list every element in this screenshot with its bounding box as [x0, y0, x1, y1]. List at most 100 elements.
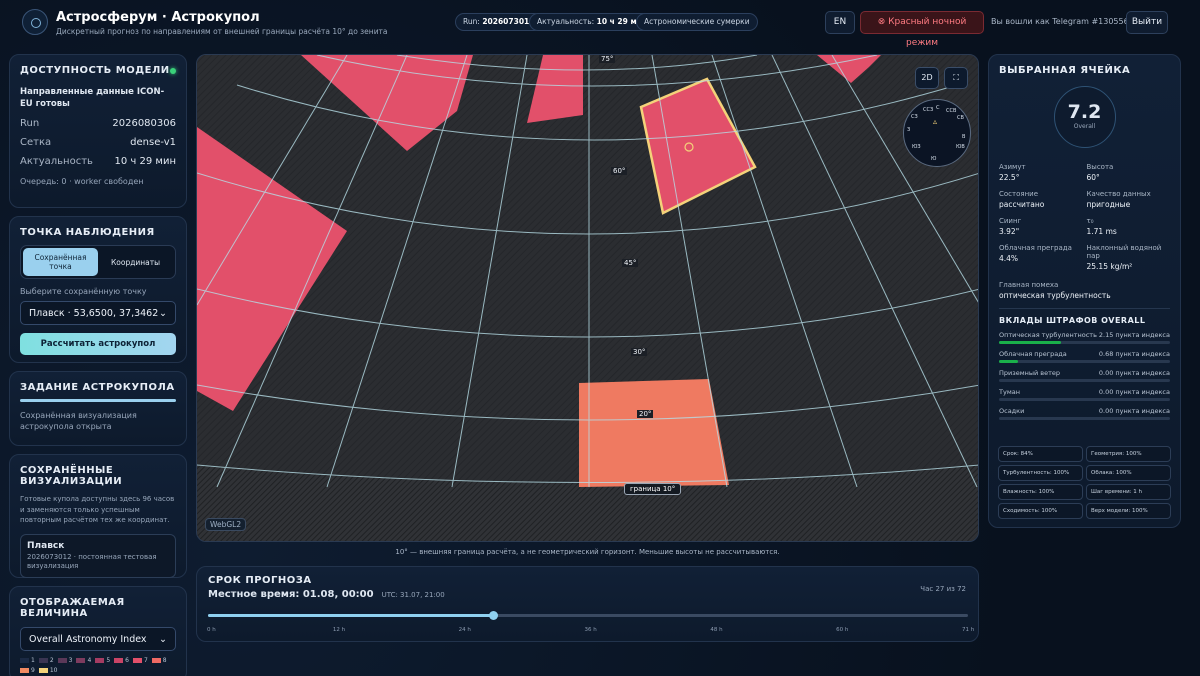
renderer-badge: WebGL2	[205, 518, 247, 531]
night-mode-icon: ⊗	[877, 17, 889, 27]
penalty-name: Осадки	[999, 407, 1025, 415]
penalty-bar	[999, 360, 1170, 363]
quality-badge: Влажность: 100%	[998, 484, 1083, 500]
penalties-title: ВКЛАДЫ ШТРАФОВ OVERALL	[999, 316, 1146, 325]
quality-badge: Геометрия: 100%	[1086, 446, 1171, 462]
night-mode-button[interactable]: ⊗ Красный ночной режим	[860, 11, 984, 48]
tab-saved-point[interactable]: Сохранённая точка	[23, 248, 98, 276]
legend-swatch	[76, 658, 86, 663]
app-title: Астросферум · Астрокупол	[56, 10, 260, 25]
utc-time: UTC: 31.07, 21:00	[381, 591, 445, 599]
status-dot-icon	[170, 67, 176, 74]
value-select[interactable]: Overall Astronomy Index ⌄	[20, 627, 176, 651]
model-row: Актуальность 10 ч 29 мин	[20, 156, 176, 167]
penalty-bar	[999, 379, 1170, 382]
timeline-tick-label: 36 h	[584, 627, 597, 633]
legend-item: 8	[151, 657, 167, 664]
penalty-value: 0.68 пункта индекса	[1098, 350, 1170, 358]
timeline-tick-label: 60 h	[836, 627, 849, 633]
saved-point-select[interactable]: Плавск · 53,6500, 37,3462 ⌄	[20, 301, 176, 325]
fullscreen-icon[interactable]: ⛶	[944, 67, 968, 89]
saved-item[interactable]: Плавск 2026073012 · постоянная тестовая …	[20, 533, 176, 578]
legend-swatch	[95, 658, 105, 663]
legend-label: 8	[162, 657, 167, 664]
score-label: Overall	[1073, 123, 1096, 130]
legend-label: 3	[68, 657, 73, 664]
map-note: 10° — внешняя граница расчёта, а не геом…	[395, 548, 780, 556]
legend-label: 4	[87, 657, 92, 664]
quality-badge: Турбулентность: 100%	[998, 465, 1083, 481]
displayed-value-panel: ОТОБРАЖАЕМАЯ ВЕЛИЧИНА Overall Astronomy …	[9, 586, 187, 676]
legend-swatch	[20, 668, 29, 673]
logout-button[interactable]: Выйти	[1126, 11, 1168, 34]
cell-score: 7.2	[1067, 101, 1102, 123]
cell-field: Наклонный водяной пар 25.15 kg/m²	[1087, 244, 1171, 271]
saved-text: Готовые купола доступны здесь 96 часов и…	[20, 495, 175, 524]
time-slider-handle[interactable]	[489, 611, 498, 620]
penalty-bar	[999, 417, 1170, 420]
saved-visualizations-panel: СОХРАНЁННЫЕ ВИЗУАЛИЗАЦИИ Готовые купола …	[9, 454, 187, 578]
legend-label: 6	[125, 657, 129, 664]
penalty-value: 0.00 пункта индекса	[1098, 369, 1170, 377]
model-row-key: Сетка	[20, 137, 52, 148]
timeline-tick-label: 24 h	[458, 627, 471, 633]
hour-counter: Час 27 из 72	[920, 585, 966, 593]
timeline-tick-label: 0 h	[207, 627, 216, 633]
quality-badge: Шаг времени: 1 h	[1086, 484, 1171, 500]
legend-swatch	[114, 658, 124, 663]
penalty-bar-fill	[999, 341, 1061, 344]
legend-swatch	[151, 658, 161, 663]
cell-field-key: Сиинг	[999, 217, 1022, 225]
penalty-value: 0.00 пункта индекса	[1098, 407, 1170, 415]
model-row-key: Актуальность	[20, 156, 93, 167]
cell-field-value: пригодные	[1086, 200, 1131, 209]
view-2d-button[interactable]: 2D	[915, 67, 939, 89]
tab-coordinates[interactable]: Координаты	[98, 248, 173, 276]
legend-item: 7	[132, 657, 148, 664]
cell-field-value: 25.15 kg/m²	[1086, 262, 1133, 271]
astrodome-map[interactable]: 75° 60° 45° 30° 20° граница 10° 2D ⛶ ССЗ…	[196, 54, 979, 542]
model-row-key: Run	[20, 118, 40, 129]
local-time: Местное время: 01.08, 00:00	[208, 589, 374, 600]
panel-title: ЗАДАНИЕ АСТРОКУПОЛА	[20, 382, 175, 393]
cell-field-key: Облачная преграда	[999, 244, 1072, 252]
saved-item-title: Плавск	[27, 540, 65, 551]
calculate-dome-button[interactable]: Рассчитать астрокупол	[20, 333, 176, 355]
penalty-name: Облачная преграда	[999, 350, 1067, 358]
task-text: Сохранённая визуализация астрокупола отк…	[20, 411, 137, 431]
legend-label: 9	[31, 667, 35, 674]
penalty-value: 2.15 пункта индекса	[1098, 331, 1170, 339]
legend-label: 2	[49, 657, 54, 664]
model-availability-panel: ДОСТУПНОСТЬ МОДЕЛИ Направленные данные I…	[9, 54, 187, 208]
task-progress-bar	[20, 399, 176, 402]
cell-field-key: Состояние	[999, 190, 1039, 198]
cell-field: Состояние рассчитано	[999, 190, 1083, 209]
dome-cell[interactable]	[579, 379, 729, 487]
penalty-value: 0.00 пункта индекса	[1098, 388, 1170, 396]
model-row: Run 2026080306	[20, 118, 176, 129]
time-slider[interactable]	[208, 611, 968, 620]
language-button[interactable]: EN	[825, 11, 855, 34]
boundary-label: граница 10°	[624, 483, 682, 495]
legend-item: 10	[38, 667, 57, 674]
dome-task-panel: ЗАДАНИЕ АСТРОКУПОЛА Сохранённая визуализ…	[9, 371, 187, 446]
twilight-chip: Астрономические сумерки	[636, 13, 758, 31]
legend-label: 5	[106, 657, 111, 664]
observation-point-panel: ТОЧКА НАБЛЮДЕНИЯ Сохранённая точка Коорд…	[9, 216, 187, 363]
penalty-name: Приземный ветер	[999, 369, 1061, 377]
legend-swatch	[38, 658, 48, 663]
legend-swatch	[20, 658, 29, 663]
quality-badge: Сходимость: 100%	[998, 503, 1083, 519]
penalty-name: Туман	[999, 388, 1020, 396]
compass-widget[interactable]: ССЗ С ССВ СЗ СВ З В ЮЗ ЮВ Ю ▵	[903, 99, 971, 167]
cell-field-key: Азимут	[999, 163, 1026, 171]
cell-field: Высота 60°	[1087, 163, 1171, 182]
legend-item: 6	[114, 657, 129, 664]
dome-canvas[interactable]	[197, 55, 979, 542]
timeline-tick-label: 48 h	[710, 627, 723, 633]
penalty-row: Осадки 0.00 пункта индекса	[999, 407, 1170, 420]
panel-title: ОТОБРАЖАЕМАЯ ВЕЛИЧИНА	[20, 597, 125, 619]
model-row-value: 10 ч 29 мин	[114, 156, 176, 167]
user-info: Вы вошли как Telegram #130556380	[991, 17, 1144, 26]
model-row-value: 2026080306	[112, 118, 176, 129]
